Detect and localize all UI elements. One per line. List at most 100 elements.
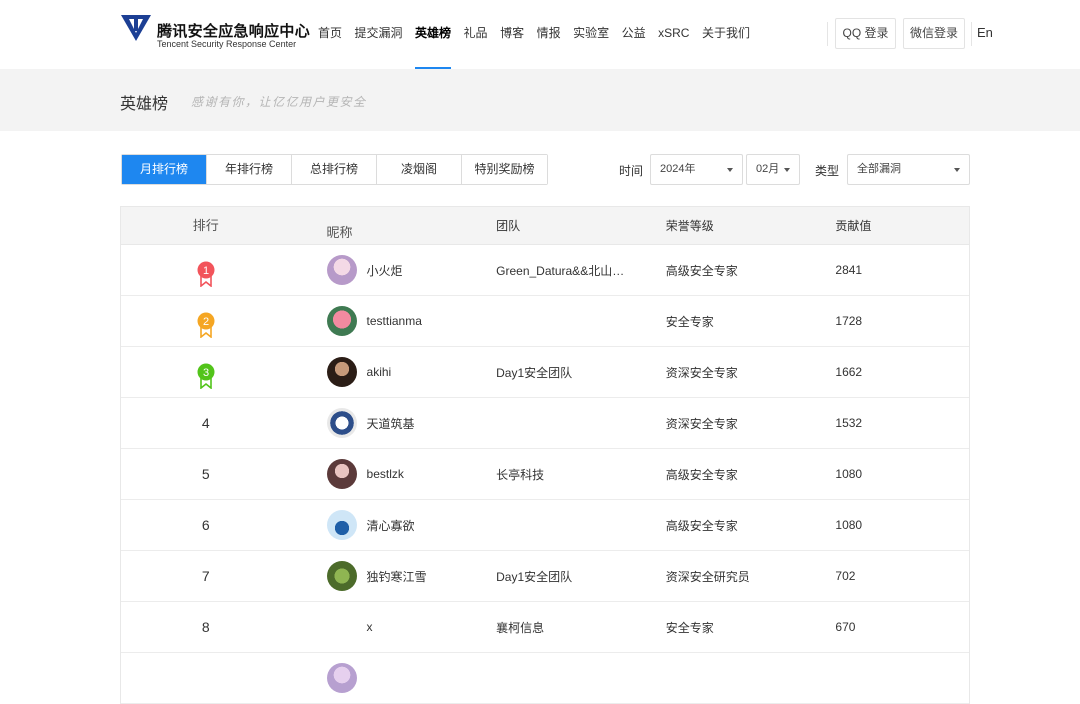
ranking-table: 排行 昵称 团队 荣誉等级 贡献值 1 小火炬 Green_Datura&&北山… 高…: [120, 206, 970, 704]
site-logo[interactable]: 腾讯安全应急响应中心 Tencent Security Response Cen…: [120, 14, 310, 54]
table-row[interactable]: 7 独钓寒江雪 Day1安全团队 资深安全研究员 702: [121, 551, 969, 602]
year-select-value: 2024年: [660, 163, 696, 175]
ranking-tab[interactable]: 特别奖励榜: [462, 155, 547, 184]
avatar[interactable]: [326, 459, 357, 489]
level-cell: 安全专家: [665, 314, 714, 329]
ranking-tab[interactable]: 总排行榜: [292, 155, 377, 184]
table-row[interactable]: 6 清心寡欲 高级安全专家 1080: [121, 500, 969, 551]
rank-cell: 5: [121, 449, 291, 500]
time-filter-label: 时间: [619, 164, 644, 178]
table-row[interactable]: 4 天道筑基 资深安全专家 1532: [121, 398, 969, 449]
level-cell: 高级安全专家: [665, 263, 738, 278]
rank-medal-icon: 2: [197, 312, 215, 338]
nick-cell: 小火炬: [291, 245, 461, 296]
nickname[interactable]: x: [367, 620, 373, 634]
column-header-team: 团队: [496, 219, 521, 233]
nick-cell: testtianma: [291, 296, 461, 347]
rank-cell: [121, 653, 291, 704]
page-title: 英雄榜: [120, 96, 169, 113]
month-select[interactable]: 02月: [746, 154, 800, 185]
type-select[interactable]: 全部漏洞: [847, 154, 970, 185]
avatar[interactable]: [326, 357, 357, 387]
rank-cell: 2: [121, 296, 291, 347]
chevron-down-icon: [784, 168, 790, 172]
table-body: 1 小火炬 Green_Datura&&北山… 高级安全专家 2841 2 testtian…: [121, 245, 969, 704]
level-cell: 高级安全专家: [665, 467, 738, 482]
score-cell: 670: [835, 620, 856, 634]
rank-number: 6: [201, 516, 210, 533]
avatar[interactable]: [326, 510, 357, 540]
level-cell: 安全专家: [665, 620, 714, 635]
nav-item[interactable]: 实验室: [573, 0, 609, 69]
rank-medal-icon: 1: [197, 261, 215, 287]
rank-cell: 3: [121, 347, 291, 398]
main-nav: 首页 提交漏洞 英雄榜 礼品 博客 情报 实验室 公益 xSRC 关于我们: [318, 0, 762, 69]
table-row[interactable]: 2 testtianma 安全专家 1728: [121, 296, 969, 347]
medal-rank-number: 2: [203, 316, 209, 328]
nickname[interactable]: 清心寡欲: [367, 517, 415, 534]
qq-login-button[interactable]: QQ 登录: [835, 18, 896, 49]
logo-chinese-title: 腾讯安全应急响应中心: [157, 23, 311, 40]
avatar[interactable]: [326, 408, 357, 438]
tencent-security-logo-icon: [121, 15, 151, 41]
page-subtitle: 感谢有你，让亿亿用户更安全: [191, 95, 367, 109]
score-cell: 1662: [835, 365, 863, 379]
header-divider: [971, 22, 972, 46]
table-row[interactable]: 1 小火炬 Green_Datura&&北山… 高级安全专家 2841: [121, 245, 969, 296]
avatar[interactable]: [326, 306, 357, 336]
rank-number: 8: [201, 618, 210, 635]
team-cell: Day1安全团队: [496, 569, 573, 584]
wechat-login-button[interactable]: 微信登录: [903, 18, 965, 49]
nav-item[interactable]: 礼品: [464, 0, 488, 69]
avatar[interactable]: [327, 663, 357, 693]
table-row[interactable]: 8 x 襄柯信息 安全专家 670: [121, 602, 969, 653]
team-cell: 长亭科技: [496, 467, 545, 482]
rank-number: 4: [201, 414, 210, 431]
team-cell: Day1安全团队: [496, 365, 573, 380]
page-banner: 英雄榜 感谢有你，让亿亿用户更安全: [0, 69, 1080, 131]
nickname[interactable]: akihi: [367, 365, 392, 379]
site-header: 腾讯安全应急响应中心 Tencent Security Response Cen…: [0, 0, 1080, 69]
nick-cell: [291, 653, 461, 704]
ranking-tab[interactable]: 年排行榜: [207, 155, 292, 184]
rank-cell: 8: [121, 602, 291, 653]
level-cell: 高级安全专家: [665, 518, 738, 533]
language-switch[interactable]: En: [977, 25, 993, 40]
nick-cell: 清心寡欲: [291, 500, 461, 551]
nav-item[interactable]: 首页: [318, 0, 342, 69]
avatar[interactable]: [326, 561, 357, 591]
nickname[interactable]: testtianma: [367, 314, 422, 328]
table-header: 排行 昵称 团队 荣誉等级 贡献值: [121, 207, 969, 245]
nav-item[interactable]: xSRC: [658, 0, 689, 69]
medal-rank-number: 1: [203, 265, 209, 277]
type-select-value: 全部漏洞: [857, 163, 901, 175]
table-row[interactable]: 5 bestlzk 长亭科技 高级安全专家 1080: [121, 449, 969, 500]
column-header-rank: 排行: [192, 218, 219, 233]
nav-item[interactable]: 博客: [500, 0, 524, 69]
nav-item[interactable]: 情报: [537, 0, 561, 69]
level-cell: 资深安全专家: [665, 416, 738, 431]
nickname[interactable]: 小火炬: [367, 262, 403, 279]
rank-cell: 6: [121, 500, 291, 551]
nick-cell: x: [291, 602, 461, 653]
nick-cell: 天道筑基: [291, 398, 461, 449]
score-cell: 1080: [835, 467, 863, 481]
logo-english-title: Tencent Security Response Center: [157, 39, 297, 49]
nav-item[interactable]: 公益: [622, 0, 646, 69]
nickname[interactable]: 独钓寒江雪: [367, 568, 427, 585]
month-select-value: 02月: [756, 163, 780, 175]
nickname[interactable]: 天道筑基: [367, 415, 415, 432]
avatar[interactable]: [326, 255, 357, 285]
ranking-tab[interactable]: 月排行榜: [122, 155, 207, 184]
chevron-down-icon: [727, 168, 733, 172]
ranking-tab[interactable]: 凌烟阁: [377, 155, 462, 184]
nav-item[interactable]: 关于我们: [702, 0, 750, 69]
nickname[interactable]: bestlzk: [367, 467, 404, 481]
year-select[interactable]: 2024年: [650, 154, 743, 185]
table-row[interactable]: 3 akihi Day1安全团队 资深安全专家 1662: [121, 347, 969, 398]
table-row[interactable]: [121, 653, 969, 704]
rank-cell: 1: [121, 245, 291, 296]
nav-item[interactable]: 英雄榜: [415, 0, 452, 69]
score-cell: 1532: [835, 416, 863, 430]
nav-item[interactable]: 提交漏洞: [355, 0, 403, 69]
